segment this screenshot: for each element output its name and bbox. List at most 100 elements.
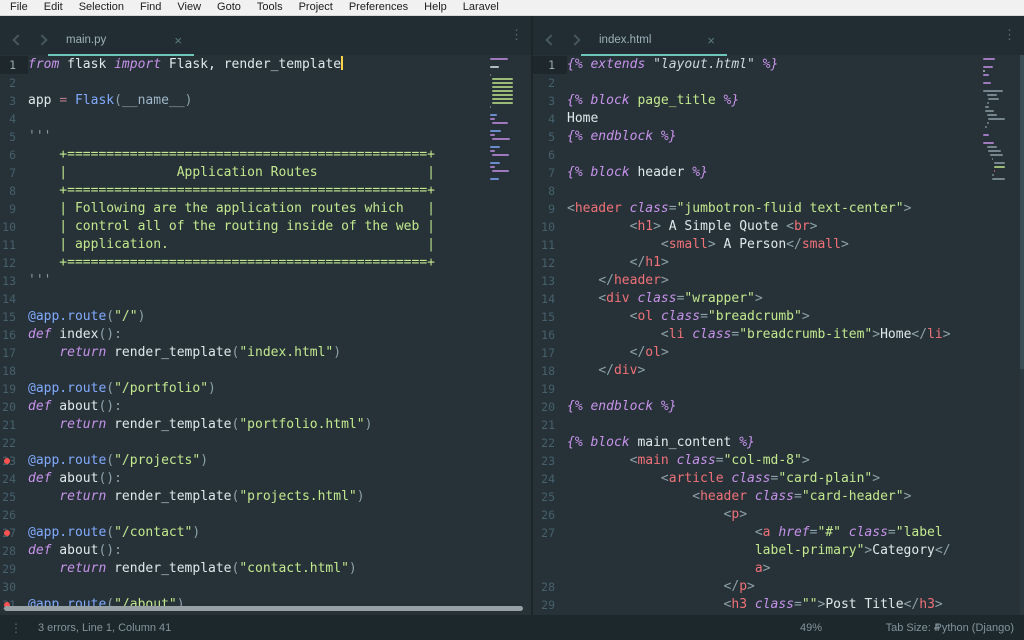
minimap[interactable] xyxy=(490,58,528,182)
tab-nav-forward-icon[interactable] xyxy=(569,34,581,46)
code-token: small xyxy=(668,237,708,252)
code-token: > xyxy=(762,561,771,576)
code-line: 21 xyxy=(533,416,1024,434)
code-line: 3 {% block page_title %} xyxy=(533,92,1024,110)
code-token: small xyxy=(801,237,841,252)
code-token: "" xyxy=(801,597,818,612)
line-number: 11 xyxy=(541,238,555,252)
menu-item-goto[interactable]: Goto xyxy=(209,0,249,15)
code-token: @app.route xyxy=(28,453,107,468)
code-area[interactable]: 1 {% extends "layout.html" %} 2 3 {% block p… xyxy=(533,55,1024,614)
line-number: 27 xyxy=(0,524,28,542)
status-zoom[interactable]: 49% xyxy=(800,615,822,640)
code-line: label-primary">Category</ xyxy=(533,542,1024,560)
code-token: ( xyxy=(106,525,115,540)
code-token: class xyxy=(629,201,669,216)
menu-item-selection[interactable]: Selection xyxy=(71,0,132,15)
code-line: 24 def about(): xyxy=(0,470,531,488)
line-number: 19 xyxy=(541,382,555,396)
minimap[interactable] xyxy=(983,58,1021,182)
line-number: 15 xyxy=(541,310,555,324)
code-token: > xyxy=(754,291,763,306)
line-number: 1 xyxy=(533,56,567,74)
line-number: 19 xyxy=(2,382,16,396)
code-token: "label xyxy=(895,525,943,540)
code-line: 26 <p> xyxy=(533,506,1024,524)
code-line: a> xyxy=(533,560,1024,578)
code-token: > xyxy=(660,345,669,360)
line-number: 6 xyxy=(548,148,555,162)
tab-nav-back-icon[interactable] xyxy=(12,34,24,46)
code-line: 29 <h3 class="">Post Title</h3> xyxy=(533,596,1024,614)
code-token: (): xyxy=(98,399,122,414)
status-errors-position[interactable]: 3 errors, Line 1, Column 41 xyxy=(38,622,171,634)
tab-index-html[interactable]: index.html × xyxy=(581,25,727,56)
code-token: | Following are the application routes w… xyxy=(28,201,435,216)
menu-item-edit[interactable]: Edit xyxy=(36,0,71,15)
code-token: "projects.html" xyxy=(239,489,357,504)
code-token: > xyxy=(637,363,646,378)
tab-nav-back-icon[interactable] xyxy=(545,34,557,46)
code-line: 26 xyxy=(0,506,531,524)
line-number: 3 xyxy=(9,94,16,108)
code-line: 27@app.route("/contact") xyxy=(0,524,531,542)
status-menu-icon[interactable]: ⋮ xyxy=(10,621,22,635)
tab-close-icon[interactable]: × xyxy=(705,33,717,48)
tab-overflow-menu-icon[interactable]: ⋮ xyxy=(510,28,523,42)
menu-item-tools[interactable]: Tools xyxy=(249,0,291,15)
status-bar: ⋮ 3 errors, Line 1, Column 41 49% Tab Si… xyxy=(0,615,1024,640)
code-token: def xyxy=(28,543,52,558)
status-syntax[interactable]: Python (Django) xyxy=(935,615,1015,640)
code-token: "/" xyxy=(114,309,138,324)
code-token: class xyxy=(676,453,716,468)
code-token: from xyxy=(28,57,60,72)
code-token: ) xyxy=(200,453,209,468)
code-token: (): xyxy=(98,327,122,342)
code-line: 25 <header class="card-header"> xyxy=(533,488,1024,506)
code-token: def xyxy=(28,399,52,414)
horizontal-scrollbar[interactable] xyxy=(4,606,523,611)
code-token: label-primary" xyxy=(754,543,865,558)
code-token: class xyxy=(848,525,888,540)
code-token: < xyxy=(786,219,794,234)
code-token: | Application Routes | xyxy=(28,165,435,180)
menu-item-laravel[interactable]: Laravel xyxy=(455,0,507,15)
left-editor[interactable]: 1 from flask import Flask, render_templat… xyxy=(0,55,531,615)
line-number: 20 xyxy=(2,400,16,414)
code-token: +=======================================… xyxy=(28,183,435,198)
menu-item-project[interactable]: Project xyxy=(291,0,341,15)
menu-item-help[interactable]: Help xyxy=(416,0,455,15)
line-number: 29 xyxy=(541,598,555,612)
code-line: 8 xyxy=(533,182,1024,200)
menu-item-preferences[interactable]: Preferences xyxy=(341,0,416,15)
code-token: header xyxy=(574,201,622,216)
vertical-scrollbar[interactable] xyxy=(1020,55,1024,615)
code-token: | application. | xyxy=(28,237,435,252)
code-token: about xyxy=(51,399,99,414)
tab-overflow-menu-icon[interactable]: ⋮ xyxy=(1003,28,1016,42)
menu-item-file[interactable]: File xyxy=(2,0,36,15)
code-area[interactable]: 1 from flask import Flask, render_templat… xyxy=(0,55,531,614)
tab-nav-forward-icon[interactable] xyxy=(36,34,48,46)
text-cursor xyxy=(341,56,344,70)
menu-item-view[interactable]: View xyxy=(169,0,209,15)
line-number: 24 xyxy=(2,472,16,486)
code-token: Post Title xyxy=(825,597,904,612)
code-token: (): xyxy=(98,471,122,486)
code-token: {% endblock %} xyxy=(567,129,677,144)
line-number: 12 xyxy=(2,256,16,270)
menu-item-find[interactable]: Find xyxy=(132,0,169,15)
tab-close-icon[interactable]: × xyxy=(172,33,184,48)
code-token: </ xyxy=(629,255,646,270)
status-tab-size[interactable]: Tab Size: 4 xyxy=(886,615,940,640)
tab-main-py[interactable]: main.py × xyxy=(48,25,194,56)
line-number: 21 xyxy=(2,418,16,432)
right-editor[interactable]: 1 {% extends "layout.html" %} 2 3 {% block p… xyxy=(533,55,1024,615)
code-line: 28 def about(): xyxy=(0,542,531,560)
